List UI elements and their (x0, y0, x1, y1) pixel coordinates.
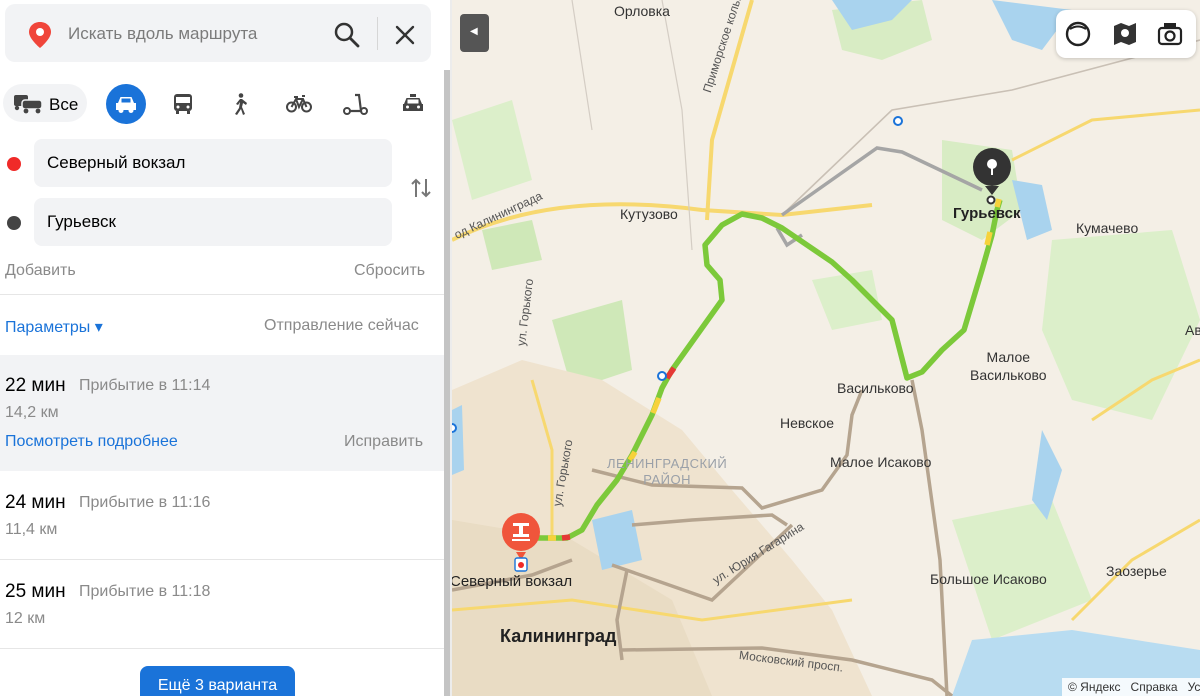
divider-line (0, 648, 444, 649)
route-option-3[interactable]: 25 мин Прибытие в 11:18 12 км (0, 560, 444, 648)
route-to-field[interactable]: Гурьевск (34, 198, 392, 246)
close-icon[interactable] (394, 24, 416, 46)
route-from-field[interactable]: Северный вокзал (34, 139, 392, 187)
mode-car-button[interactable] (106, 84, 146, 124)
search-icon[interactable] (333, 21, 361, 49)
route-option-2[interactable]: 24 мин Прибытие в 11:16 11,4 км (0, 471, 444, 559)
camera-icon[interactable] (1156, 20, 1184, 48)
swap-icon[interactable] (410, 177, 432, 199)
option-distance: 14,2 км (5, 404, 59, 421)
map-label-district: ЛЕНИНГРАДСКИЙ РАЙОН (607, 456, 728, 487)
option-distance: 12 км (5, 610, 46, 627)
map-label-maloe-isakovo: Малое Исаково (830, 454, 932, 470)
map-pin-icon (987, 159, 997, 175)
app-window: Искать вдоль маршрута Все Северный вокза… (0, 0, 1200, 696)
train-icon (512, 523, 530, 541)
more-variants-label: Ещё 3 варианта (157, 677, 278, 694)
option-distance: 11,4 км (5, 521, 58, 538)
map-label-bolshoe-isakovo: Большое Исаково (930, 571, 1047, 587)
option-arrival: Прибытие в 11:16 (79, 494, 211, 511)
map-label-nevskoe: Невское (780, 415, 835, 431)
mode-all-button[interactable]: Все (3, 84, 87, 122)
search-placeholder[interactable]: Искать вдоль маршрута (68, 24, 257, 44)
collapse-arrow-icon: ◀ (470, 26, 478, 37)
bus-icon (174, 94, 192, 114)
view-details-link[interactable]: Посмотреть подробнее (5, 433, 178, 451)
map-label-maloe-vasilkovo: Малое Васильково (970, 349, 1047, 383)
option-arrival: Прибытие в 11:18 (79, 583, 211, 600)
map-canvas[interactable] (452, 0, 1200, 696)
option-duration: 22 мин (5, 375, 66, 396)
parameters-link[interactable]: Параметры ▾ (5, 317, 103, 337)
map-label-severny-station: Северный вокзал (452, 573, 573, 590)
mode-scooter-button[interactable] (335, 84, 375, 124)
map-copyright: © Яндекс Справка Ус (1062, 678, 1200, 696)
transport-modes: Все (0, 82, 444, 124)
map-label-av: Ав (1185, 322, 1200, 338)
route-option-1[interactable]: 22 мин Прибытие в 11:14 14,2 км Посмотре… (0, 355, 444, 471)
car-icon (116, 97, 136, 113)
route-to-text[interactable]: Гурьевск (47, 212, 116, 232)
mode-all-label: Все (49, 95, 79, 114)
bicycle-icon (286, 95, 312, 113)
fix-route-link[interactable]: Исправить (344, 433, 423, 451)
route-search-box[interactable]: Искать вдоль маршрута (5, 4, 431, 62)
pedestrian-icon (235, 93, 247, 115)
panorama-icon[interactable] (1111, 20, 1139, 48)
map-label-zaozerye: Заозерье (1106, 563, 1167, 579)
all-modes-icon (14, 95, 43, 114)
map-view[interactable]: ◀ Орловка Приморское кольцо Кутузово од … (452, 0, 1200, 696)
map-label-kumachevo: Кумачево (1076, 220, 1139, 236)
add-point-link[interactable]: Добавить (5, 262, 76, 280)
end-point-dot (7, 216, 21, 230)
map-label-vasilkovo: Васильково (837, 380, 914, 396)
reset-link[interactable]: Сбросить (354, 262, 425, 280)
mode-bus-button[interactable] (163, 84, 203, 124)
map-label-kaliningrad: Калининград (500, 626, 617, 646)
map-label-guryevsk: Гурьевск (953, 205, 1021, 222)
route-from-text[interactable]: Северный вокзал (47, 153, 185, 173)
map-tools (1056, 10, 1196, 58)
layers-icon[interactable] (1064, 20, 1092, 48)
more-variants-button[interactable]: Ещё 3 варианта (140, 666, 295, 696)
search-divider (377, 17, 378, 50)
help-link[interactable]: Справка (1131, 680, 1178, 694)
start-station-marker[interactable] (502, 513, 540, 551)
option-arrival: Прибытие в 11:14 (79, 377, 211, 394)
start-point-dot (7, 157, 21, 171)
location-pin-icon (29, 22, 51, 48)
map-label-orlovka: Орловка (614, 3, 670, 19)
scooter-icon (343, 93, 368, 115)
option-duration: 24 мин (5, 492, 66, 513)
departure-time-link[interactable]: Отправление сейчас (264, 317, 419, 335)
mode-taxi-button[interactable] (393, 84, 433, 124)
map-label-kutuzovo: Кутузово (620, 206, 678, 222)
mode-walk-button[interactable] (220, 84, 260, 124)
divider-line (0, 294, 444, 295)
collapse-panel-button[interactable]: ◀ (460, 14, 489, 52)
route-panel: Искать вдоль маршрута Все Северный вокза… (0, 0, 444, 696)
truncated-link[interactable]: Ус (1188, 680, 1200, 694)
taxi-icon (403, 94, 423, 111)
copyright-text[interactable]: © Яндекс (1068, 680, 1121, 694)
end-point-marker[interactable] (973, 148, 1011, 186)
mode-bike-button[interactable] (278, 84, 318, 124)
option-duration: 25 мин (5, 581, 66, 602)
